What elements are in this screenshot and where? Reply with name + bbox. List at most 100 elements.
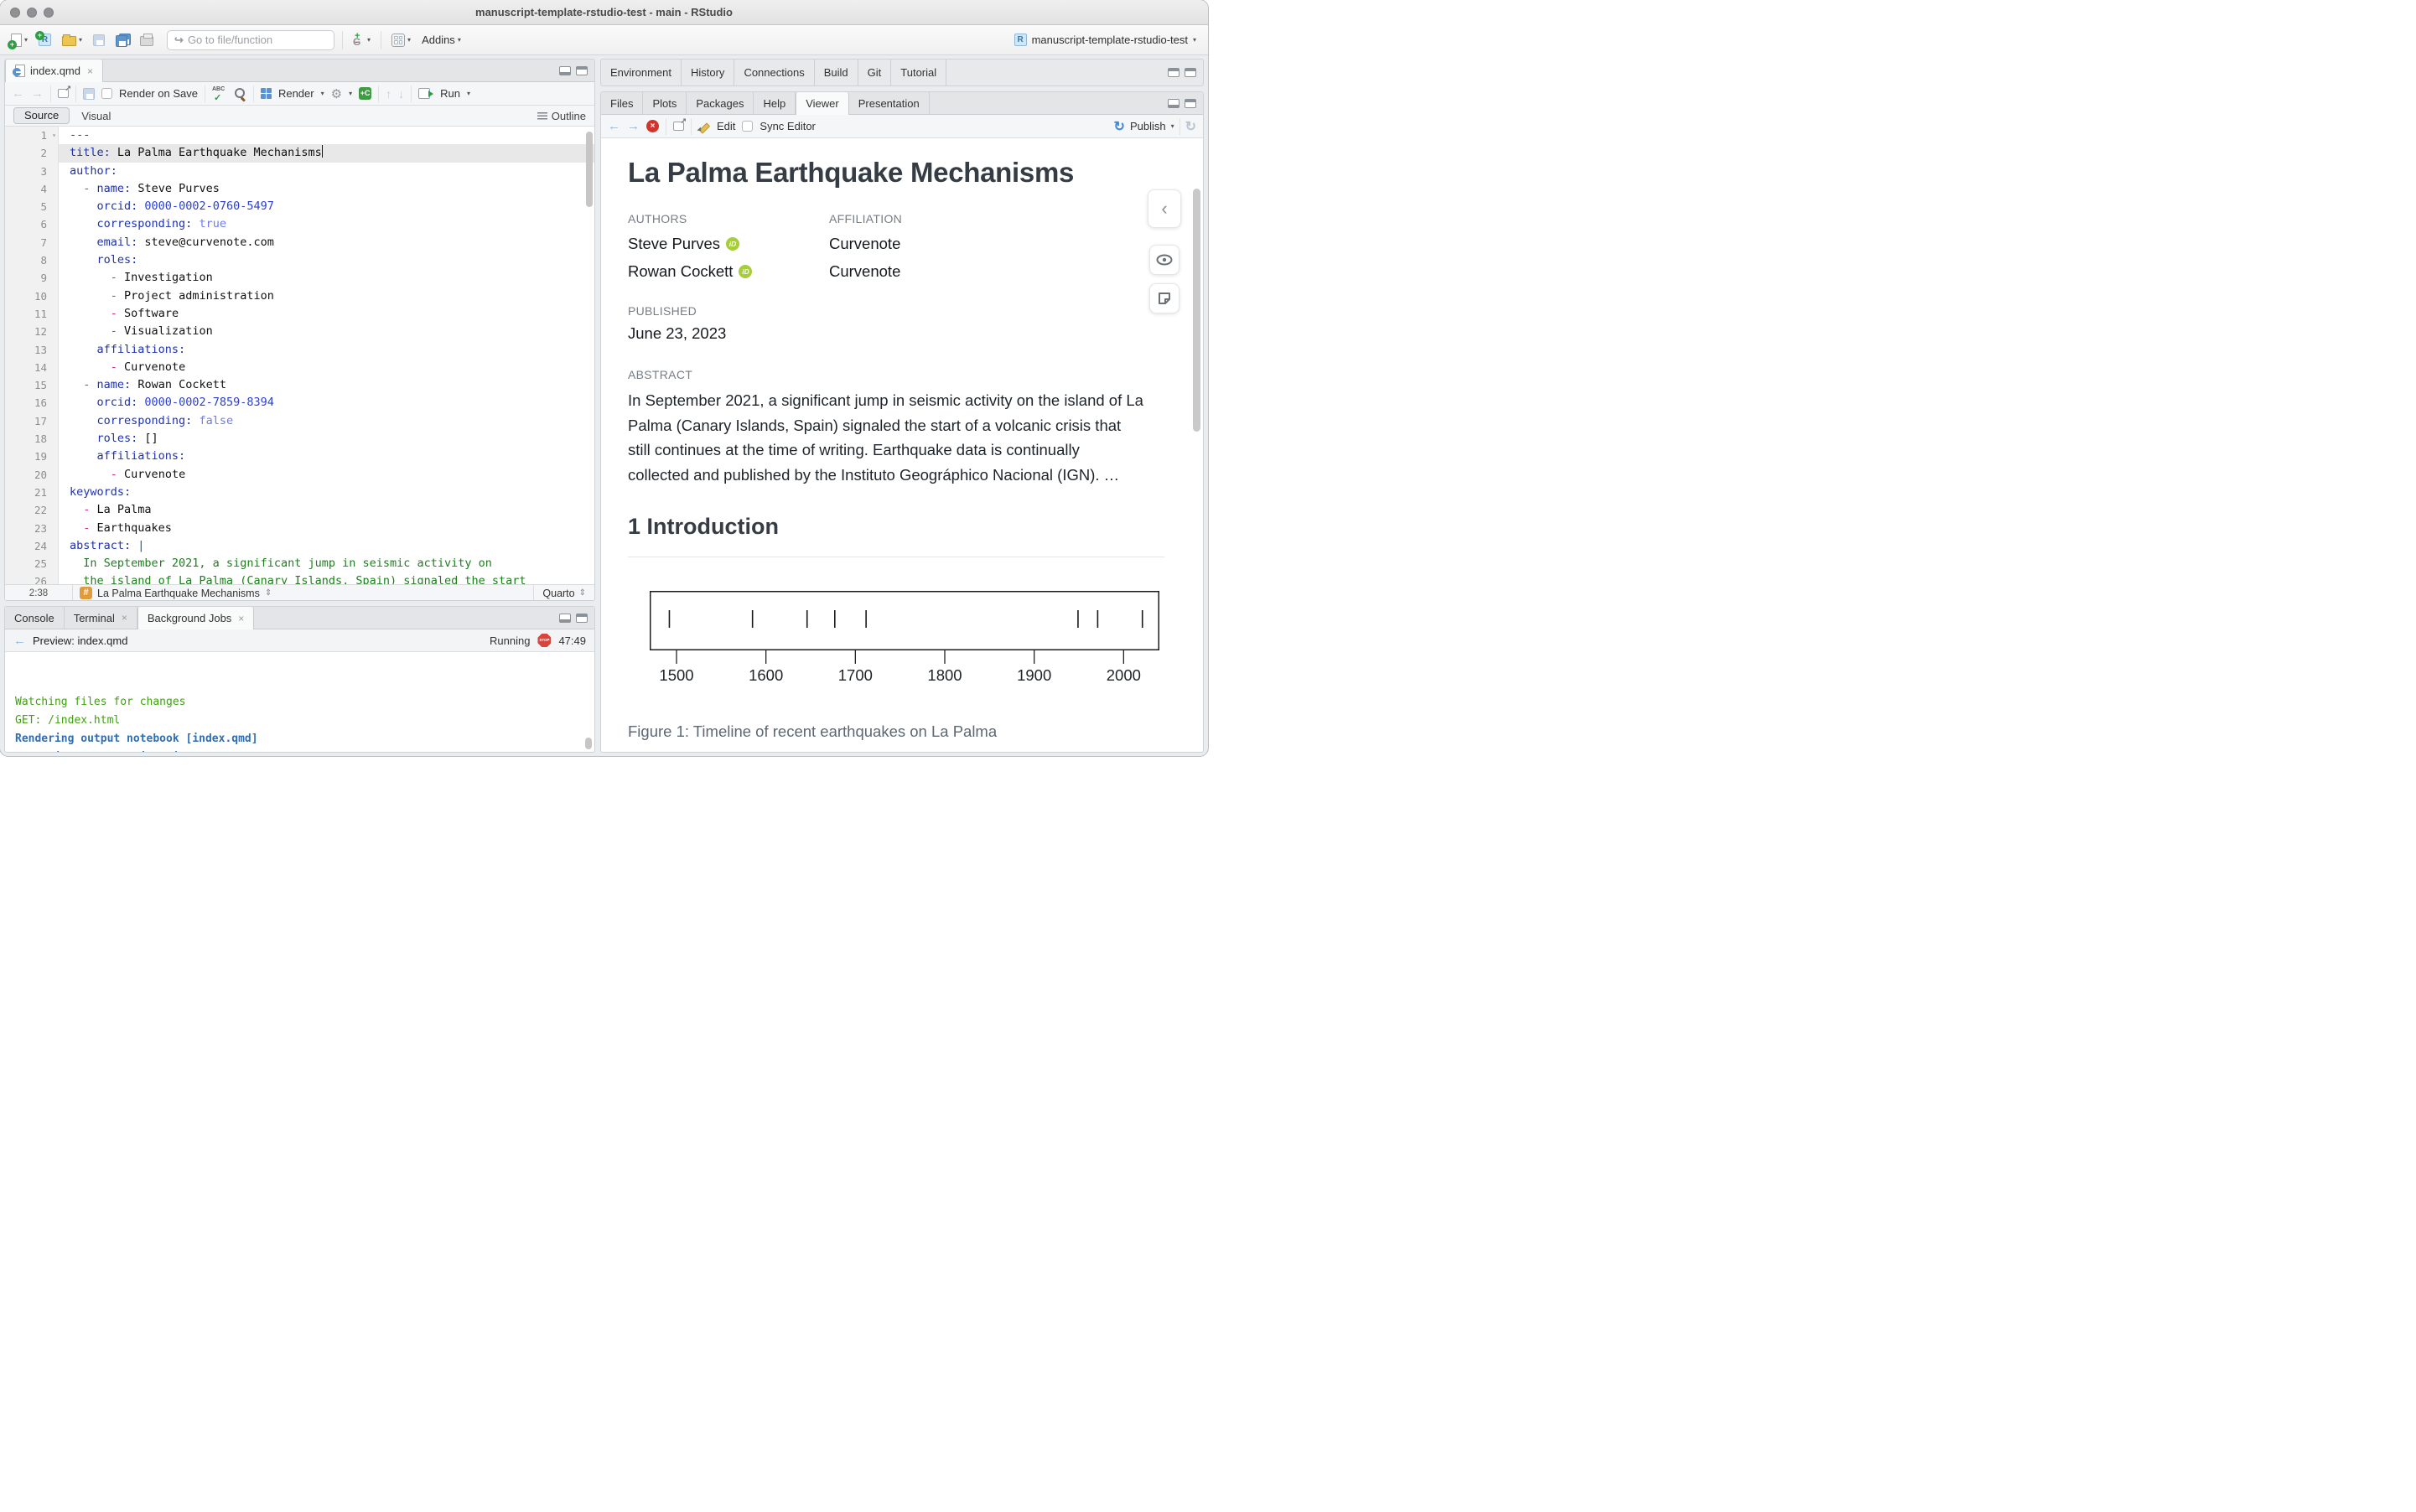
orcid-icon[interactable]: iD xyxy=(739,265,752,278)
spellcheck-icon[interactable]: ABC✓ xyxy=(212,87,227,101)
insert-chunk-icon[interactable]: +C xyxy=(359,87,371,100)
version-control-button[interactable]: +−G ▾ xyxy=(350,32,373,49)
project-selector[interactable]: R manuscript-template-rstudio-test ▾ xyxy=(1014,34,1200,46)
code-line[interactable]: 9 - Investigation xyxy=(5,269,594,287)
tab-environment[interactable]: Environment xyxy=(601,60,682,85)
edit-button[interactable]: Edit xyxy=(717,120,735,132)
code-line[interactable]: 26 the island of La Palma (Canary Island… xyxy=(5,572,594,584)
tab-presentation[interactable]: Presentation xyxy=(849,92,930,114)
code-line[interactable]: 12 - Visualization xyxy=(5,323,594,340)
job-output-log[interactable]: Watching files for changesGET: /index.ht… xyxy=(5,652,594,753)
tab-index-qmd[interactable]: index.qmd × xyxy=(5,60,103,82)
run-button[interactable]: Run xyxy=(440,87,460,100)
code-line[interactable]: 16 orcid: 0000-0002-7859-8394 xyxy=(5,394,594,412)
save-icon[interactable] xyxy=(83,88,95,100)
open-in-browser-icon[interactable] xyxy=(673,122,684,131)
tab-git[interactable]: Git xyxy=(858,60,892,85)
document-outline-selector[interactable]: # La Palma Earthquake Mechanisms ⇕ xyxy=(72,585,534,601)
orcid-icon[interactable]: iD xyxy=(726,237,739,251)
code-line[interactable]: 21keywords: xyxy=(5,484,594,501)
tab-terminal[interactable]: Terminal × xyxy=(65,607,137,629)
maximize-pane-icon[interactable] xyxy=(576,66,588,75)
collapse-panel-button[interactable]: ‹ xyxy=(1148,189,1181,228)
tab-files[interactable]: Files xyxy=(601,92,643,114)
code-line[interactable]: 18 roles: [] xyxy=(5,430,594,448)
document-mode-selector[interactable]: Quarto ⇕ xyxy=(534,588,594,599)
editor-scrollbar[interactable] xyxy=(586,132,593,207)
chevron-down-icon[interactable]: ▾ xyxy=(1171,122,1174,130)
code-line[interactable]: 4 - name: Steve Purves xyxy=(5,180,594,198)
code-line[interactable]: 25 In September 2021, a significant jump… xyxy=(5,555,594,572)
tab-plots[interactable]: Plots xyxy=(643,92,687,114)
minimize-pane-icon[interactable] xyxy=(559,66,571,75)
save-button[interactable] xyxy=(91,33,107,48)
restore-pane-icon[interactable] xyxy=(1168,68,1179,77)
close-tab-icon[interactable]: × xyxy=(238,613,244,624)
tab-console[interactable]: Console xyxy=(5,607,65,629)
pane-layout-button[interactable]: ▾ xyxy=(389,32,413,49)
goto-file-input[interactable] xyxy=(188,34,314,46)
code-line[interactable]: 24abstract: | xyxy=(5,537,594,555)
code-line[interactable]: 13 affiliations: xyxy=(5,341,594,359)
code-line[interactable]: 23 - Earthquakes xyxy=(5,520,594,537)
stop-job-icon[interactable]: STOP xyxy=(537,634,551,647)
visual-mode-button[interactable]: Visual xyxy=(81,110,111,122)
refresh-icon[interactable]: ↻ xyxy=(1185,118,1196,135)
tab-background-jobs[interactable]: Background Jobs × xyxy=(137,607,254,629)
tab-connections[interactable]: Connections xyxy=(734,60,814,85)
forward-icon[interactable]: → xyxy=(31,86,44,101)
run-next-icon[interactable]: ↓ xyxy=(398,87,404,101)
tab-viewer[interactable]: Viewer xyxy=(796,92,849,115)
chevron-down-icon[interactable]: ▾ xyxy=(467,90,470,97)
open-file-button[interactable]: ▾ xyxy=(60,32,85,48)
minimize-pane-icon[interactable] xyxy=(559,614,571,623)
clear-viewer-icon[interactable]: × xyxy=(646,120,659,132)
maximize-pane-icon[interactable] xyxy=(576,614,588,623)
code-line[interactable]: 14 - Curvenote xyxy=(5,359,594,376)
fold-icon[interactable]: ▾ xyxy=(52,127,56,144)
gear-icon[interactable]: ⚙ xyxy=(331,86,342,101)
code-line[interactable]: 8 roles: xyxy=(5,251,594,269)
search-icon[interactable] xyxy=(234,87,246,100)
sync-editor-checkbox[interactable] xyxy=(742,121,753,132)
publish-button[interactable]: Publish xyxy=(1130,120,1166,132)
chevron-down-icon[interactable]: ▾ xyxy=(321,90,324,97)
back-icon[interactable]: ← xyxy=(13,634,26,648)
close-tab-icon[interactable]: × xyxy=(122,612,127,624)
code-editor[interactable]: 1▾---2title: La Palma Earthquake Mechani… xyxy=(5,127,594,584)
code-line[interactable]: 2title: La Palma Earthquake Mechanisms xyxy=(5,144,594,162)
code-line[interactable]: 17 corresponding: false xyxy=(5,412,594,430)
code-line[interactable]: 7 email: steve@curvenote.com xyxy=(5,234,594,251)
render-button[interactable]: Render xyxy=(278,87,314,100)
run-previous-icon[interactable]: ↑ xyxy=(386,87,391,101)
render-on-save-checkbox[interactable] xyxy=(101,88,112,99)
maximize-pane-icon[interactable] xyxy=(1185,68,1196,77)
tab-tutorial[interactable]: Tutorial xyxy=(891,60,946,85)
maximize-pane-icon[interactable] xyxy=(1185,99,1196,108)
print-button[interactable] xyxy=(137,32,156,48)
addins-menu[interactable]: Addins ▾ xyxy=(419,32,464,48)
code-line[interactable]: 5 orcid: 0000-0002-0760-5497 xyxy=(5,198,594,215)
code-line[interactable]: 15 - name: Rowan Cockett xyxy=(5,376,594,394)
goto-file-search[interactable]: ↪ xyxy=(167,30,334,50)
tab-history[interactable]: History xyxy=(682,60,734,85)
tab-build[interactable]: Build xyxy=(815,60,858,85)
code-line[interactable]: 10 - Project administration xyxy=(5,287,594,305)
chevron-down-icon[interactable]: ▾ xyxy=(349,90,352,97)
new-project-button[interactable]: R+ xyxy=(36,32,54,48)
code-line[interactable]: 11 - Software xyxy=(5,305,594,323)
minimize-pane-icon[interactable] xyxy=(1168,99,1179,108)
tab-packages[interactable]: Packages xyxy=(687,92,754,114)
tab-help[interactable]: Help xyxy=(754,92,796,114)
save-all-button[interactable] xyxy=(113,32,132,48)
code-line[interactable]: 3author: xyxy=(5,163,594,180)
back-icon[interactable]: ← xyxy=(608,119,620,133)
code-line[interactable]: 22 - La Palma xyxy=(5,501,594,519)
outline-toggle[interactable]: Outline xyxy=(537,110,586,122)
close-tab-icon[interactable]: × xyxy=(87,65,93,77)
code-line[interactable]: 6 corresponding: true xyxy=(5,215,594,233)
annotation-button[interactable] xyxy=(1149,283,1179,313)
back-icon[interactable]: ← xyxy=(12,86,24,101)
console-scrollbar[interactable] xyxy=(585,738,592,749)
code-line[interactable]: 19 affiliations: xyxy=(5,448,594,465)
